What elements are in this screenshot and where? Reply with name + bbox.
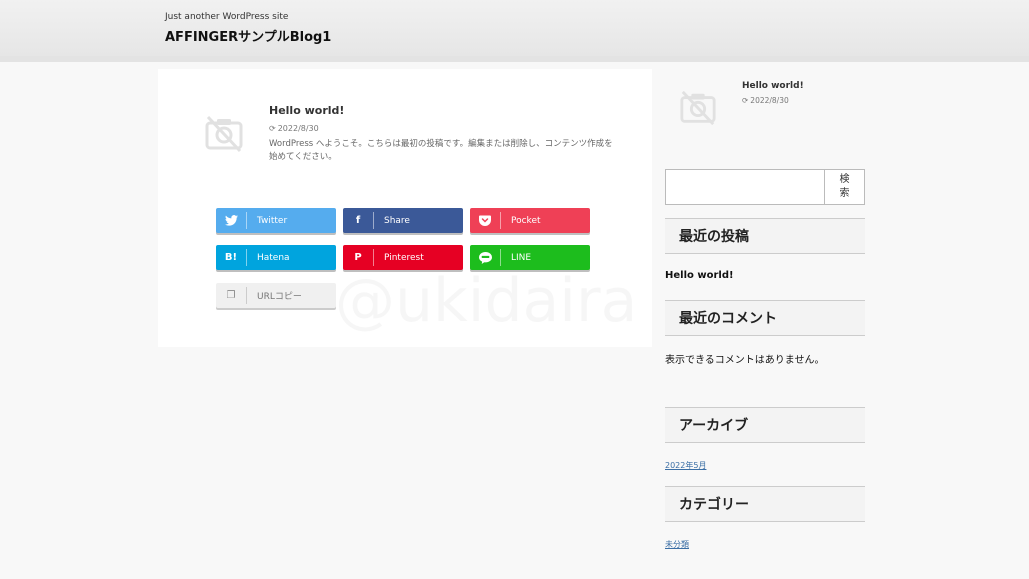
share-button-hatena[interactable]: B! Hatena (216, 245, 336, 270)
widget-heading-recent-comments: 最近のコメント (665, 300, 865, 336)
share-label: Share (384, 215, 410, 226)
post-date: ⟳ 2022/8/30 (269, 124, 319, 133)
pinterest-icon: P (354, 252, 362, 263)
facebook-icon: f (355, 215, 361, 226)
share-label: Pocket (511, 215, 541, 226)
line-icon (470, 245, 500, 270)
category-link[interactable]: 未分類 (665, 539, 689, 550)
share-button-line[interactable]: LINE (470, 245, 590, 270)
share-label: Twitter (257, 215, 288, 226)
share-label: URLコピー (257, 292, 302, 302)
share-label: LINE (511, 252, 532, 263)
archive-link[interactable]: 2022年5月 (665, 460, 706, 471)
refresh-icon: ⟳ (742, 96, 749, 105)
share-button-twitter[interactable]: Twitter (216, 208, 336, 233)
copy-icon: ❐ (226, 290, 236, 301)
site-header (0, 0, 1029, 56)
widget-heading-archives: アーカイブ (665, 407, 865, 443)
post-excerpt: WordPress へようこそ。こちらは最初の投稿です。編集または削除し、コンテ… (269, 139, 613, 162)
sidebar-post-date: ⟳ 2022/8/30 (742, 96, 789, 105)
sidebar-no-image-icon (679, 89, 717, 127)
share-label: Pinterest (384, 252, 424, 263)
site-tagline: Just another WordPress site (165, 12, 289, 22)
recent-post-link[interactable]: Hello world! (665, 270, 734, 281)
share-button-pinterest[interactable]: P Pinterest (343, 245, 463, 270)
pocket-icon (470, 208, 500, 233)
header-divider (0, 56, 1029, 62)
site-title-link[interactable]: AFFINGERサンプルBlog1 (165, 26, 331, 45)
post-date-text: 2022/8/30 (277, 124, 319, 133)
share-label: Hatena (257, 252, 290, 263)
sidebar-post-date-text: 2022/8/30 (750, 96, 789, 105)
search-button[interactable]: 検索 (824, 169, 865, 205)
refresh-icon: ⟳ (269, 124, 276, 133)
twitter-icon (216, 208, 246, 233)
share-button-pocket[interactable]: Pocket (470, 208, 590, 233)
post-title-link[interactable]: Hello world! (269, 104, 344, 117)
sidebar-post-title-link[interactable]: Hello world! (742, 81, 804, 91)
widget-heading-categories: カテゴリー (665, 486, 865, 522)
share-button-facebook[interactable]: f Share (343, 208, 463, 233)
widget-heading-recent-posts: 最近の投稿 (665, 218, 865, 254)
hatena-icon: B! (224, 252, 238, 263)
post-card: Hello world! ⟳ 2022/8/30 WordPress へようこそ… (158, 69, 652, 347)
no-image-icon (204, 114, 244, 154)
share-button-url-copy[interactable]: ❐ URLコピー (216, 283, 336, 308)
no-comments-text: 表示できるコメントはありません。 (665, 355, 825, 366)
search-input[interactable] (665, 169, 825, 205)
